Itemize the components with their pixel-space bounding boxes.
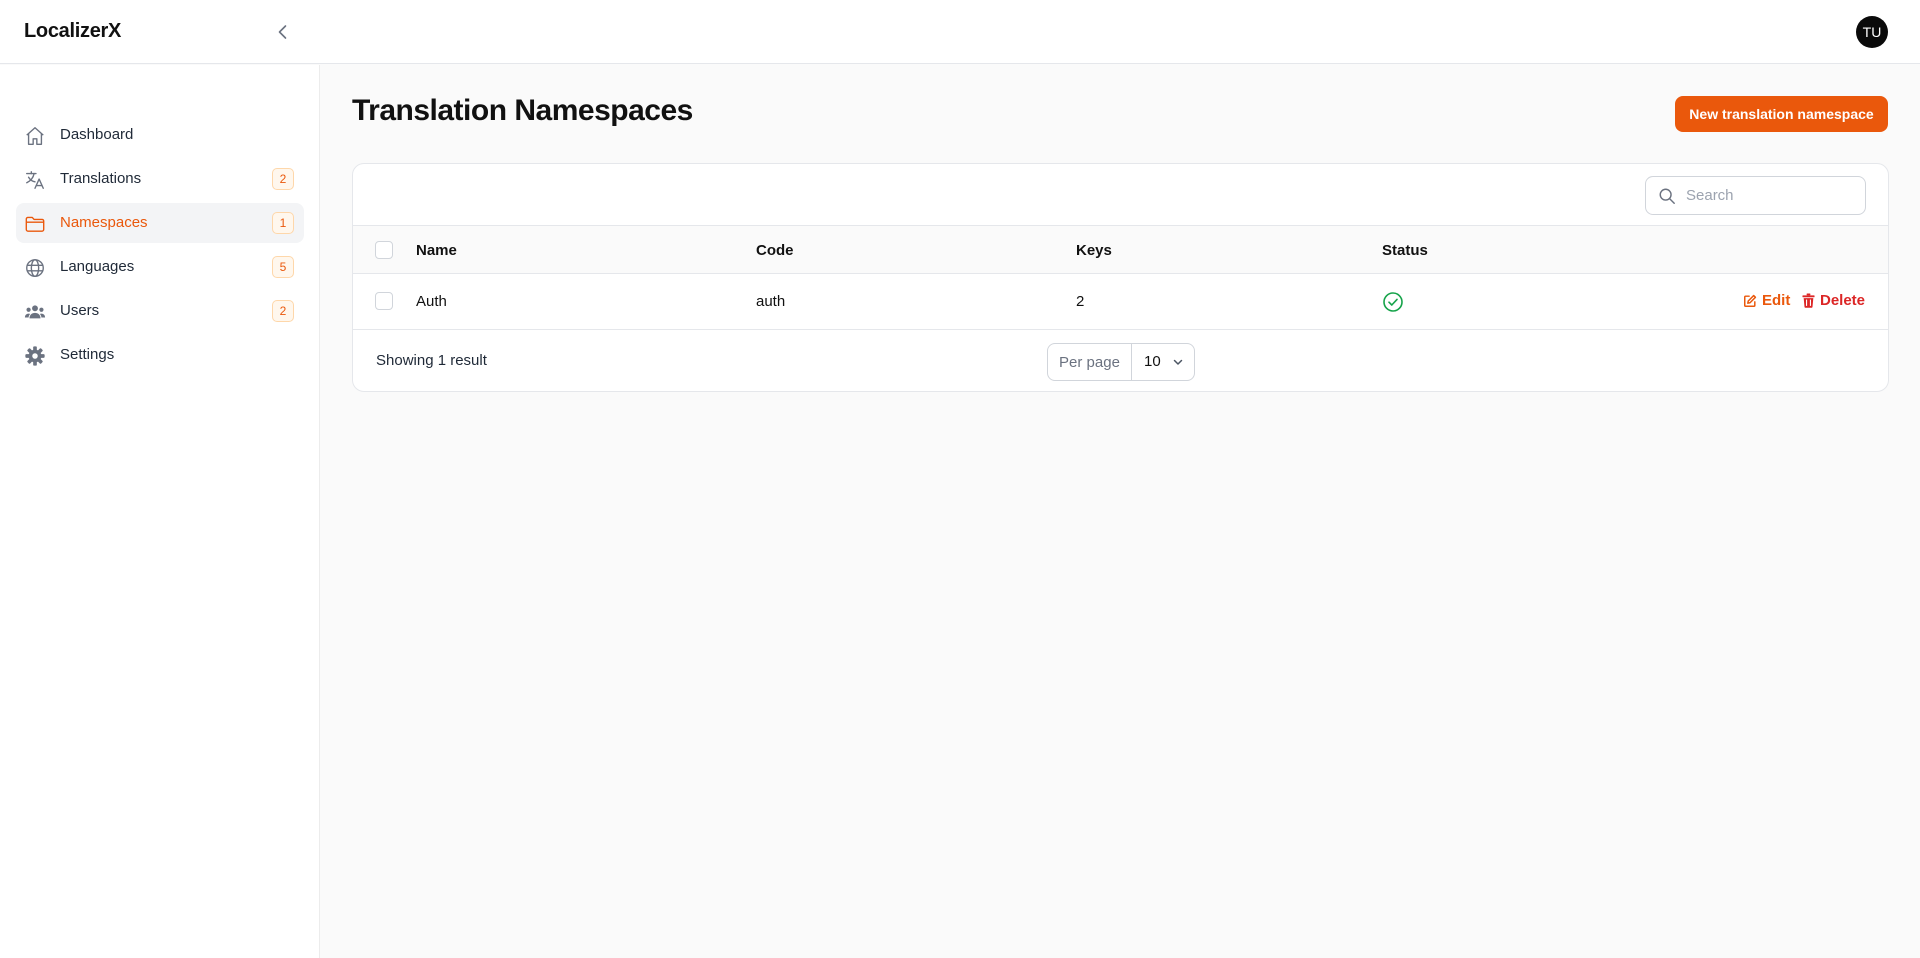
- sidebar-item-dashboard[interactable]: Dashboard: [16, 115, 304, 155]
- delete-label: Delete: [1820, 292, 1866, 309]
- sidebar: Dashboard Translations 2 Namespaces 1 La…: [0, 65, 320, 958]
- count-badge: 1: [272, 212, 294, 234]
- chevron-left-icon: [278, 25, 287, 39]
- search-field[interactable]: [1645, 176, 1866, 215]
- page-title: Translation Namespaces: [352, 94, 693, 127]
- cell-keys: 2: [1076, 293, 1085, 310]
- table-row: Auth auth 2 Edit Delete: [353, 274, 1888, 330]
- cell-code: auth: [756, 293, 786, 310]
- sidebar-item-label: Translations: [60, 170, 142, 187]
- search-input[interactable]: [1686, 177, 1856, 214]
- sidebar-item-label: Users: [60, 302, 100, 319]
- sidebar-item-label: Namespaces: [60, 214, 148, 231]
- per-page-label: Per page: [1048, 344, 1132, 380]
- delete-button[interactable]: Delete: [1802, 292, 1865, 309]
- per-page-value: 10: [1144, 353, 1161, 370]
- count-badge: 2: [272, 300, 294, 322]
- home-icon: [24, 125, 46, 147]
- count-badge: 2: [272, 168, 294, 190]
- sidebar-item-users[interactable]: Users 2: [16, 291, 304, 331]
- collapse-sidebar-button[interactable]: [271, 20, 295, 44]
- globe-icon: [24, 257, 46, 279]
- edit-label: Edit: [1762, 292, 1791, 309]
- select-all-checkbox[interactable]: [375, 241, 393, 259]
- column-header-code[interactable]: Code: [756, 242, 794, 259]
- gear-icon: [24, 345, 46, 367]
- row-checkbox[interactable]: [375, 292, 393, 310]
- sidebar-item-translations[interactable]: Translations 2: [16, 159, 304, 199]
- new-namespace-button[interactable]: New translation namespace: [1675, 96, 1888, 132]
- search-icon: [1659, 188, 1675, 204]
- users-icon: [24, 301, 46, 323]
- translate-icon: [24, 169, 46, 191]
- sidebar-item-label: Settings: [60, 346, 115, 363]
- sidebar-item-settings[interactable]: Settings: [16, 335, 304, 375]
- table-header: Name Code Keys Status: [353, 225, 1888, 274]
- chevron-down-icon: [1173, 359, 1183, 365]
- edit-icon: [1744, 294, 1757, 307]
- count-badge: 5: [272, 256, 294, 278]
- results-summary: Showing 1 result: [376, 352, 487, 369]
- sidebar-item-namespaces[interactable]: Namespaces 1: [16, 203, 304, 243]
- cell-name: Auth: [416, 293, 447, 310]
- sidebar-item-languages[interactable]: Languages 5: [16, 247, 304, 287]
- sidebar-item-label: Dashboard: [60, 126, 134, 143]
- column-header-keys[interactable]: Keys: [1076, 242, 1112, 259]
- app-logo[interactable]: LocalizerX: [24, 20, 121, 43]
- column-header-status[interactable]: Status: [1382, 242, 1428, 259]
- per-page-select[interactable]: 10: [1132, 344, 1194, 380]
- trash-icon: [1802, 293, 1815, 308]
- sidebar-item-label: Languages: [60, 258, 135, 275]
- namespaces-table-card: Name Code Keys Status Auth auth 2 Edit D…: [352, 163, 1889, 392]
- user-avatar[interactable]: TU: [1856, 16, 1888, 48]
- column-header-name[interactable]: Name: [416, 242, 457, 259]
- edit-button[interactable]: Edit: [1743, 292, 1790, 309]
- check-circle-icon: [1383, 292, 1403, 312]
- per-page-control: Per page 10: [1047, 343, 1195, 381]
- top-bar: LocalizerX TU: [0, 0, 1920, 64]
- folder-icon: [24, 213, 46, 235]
